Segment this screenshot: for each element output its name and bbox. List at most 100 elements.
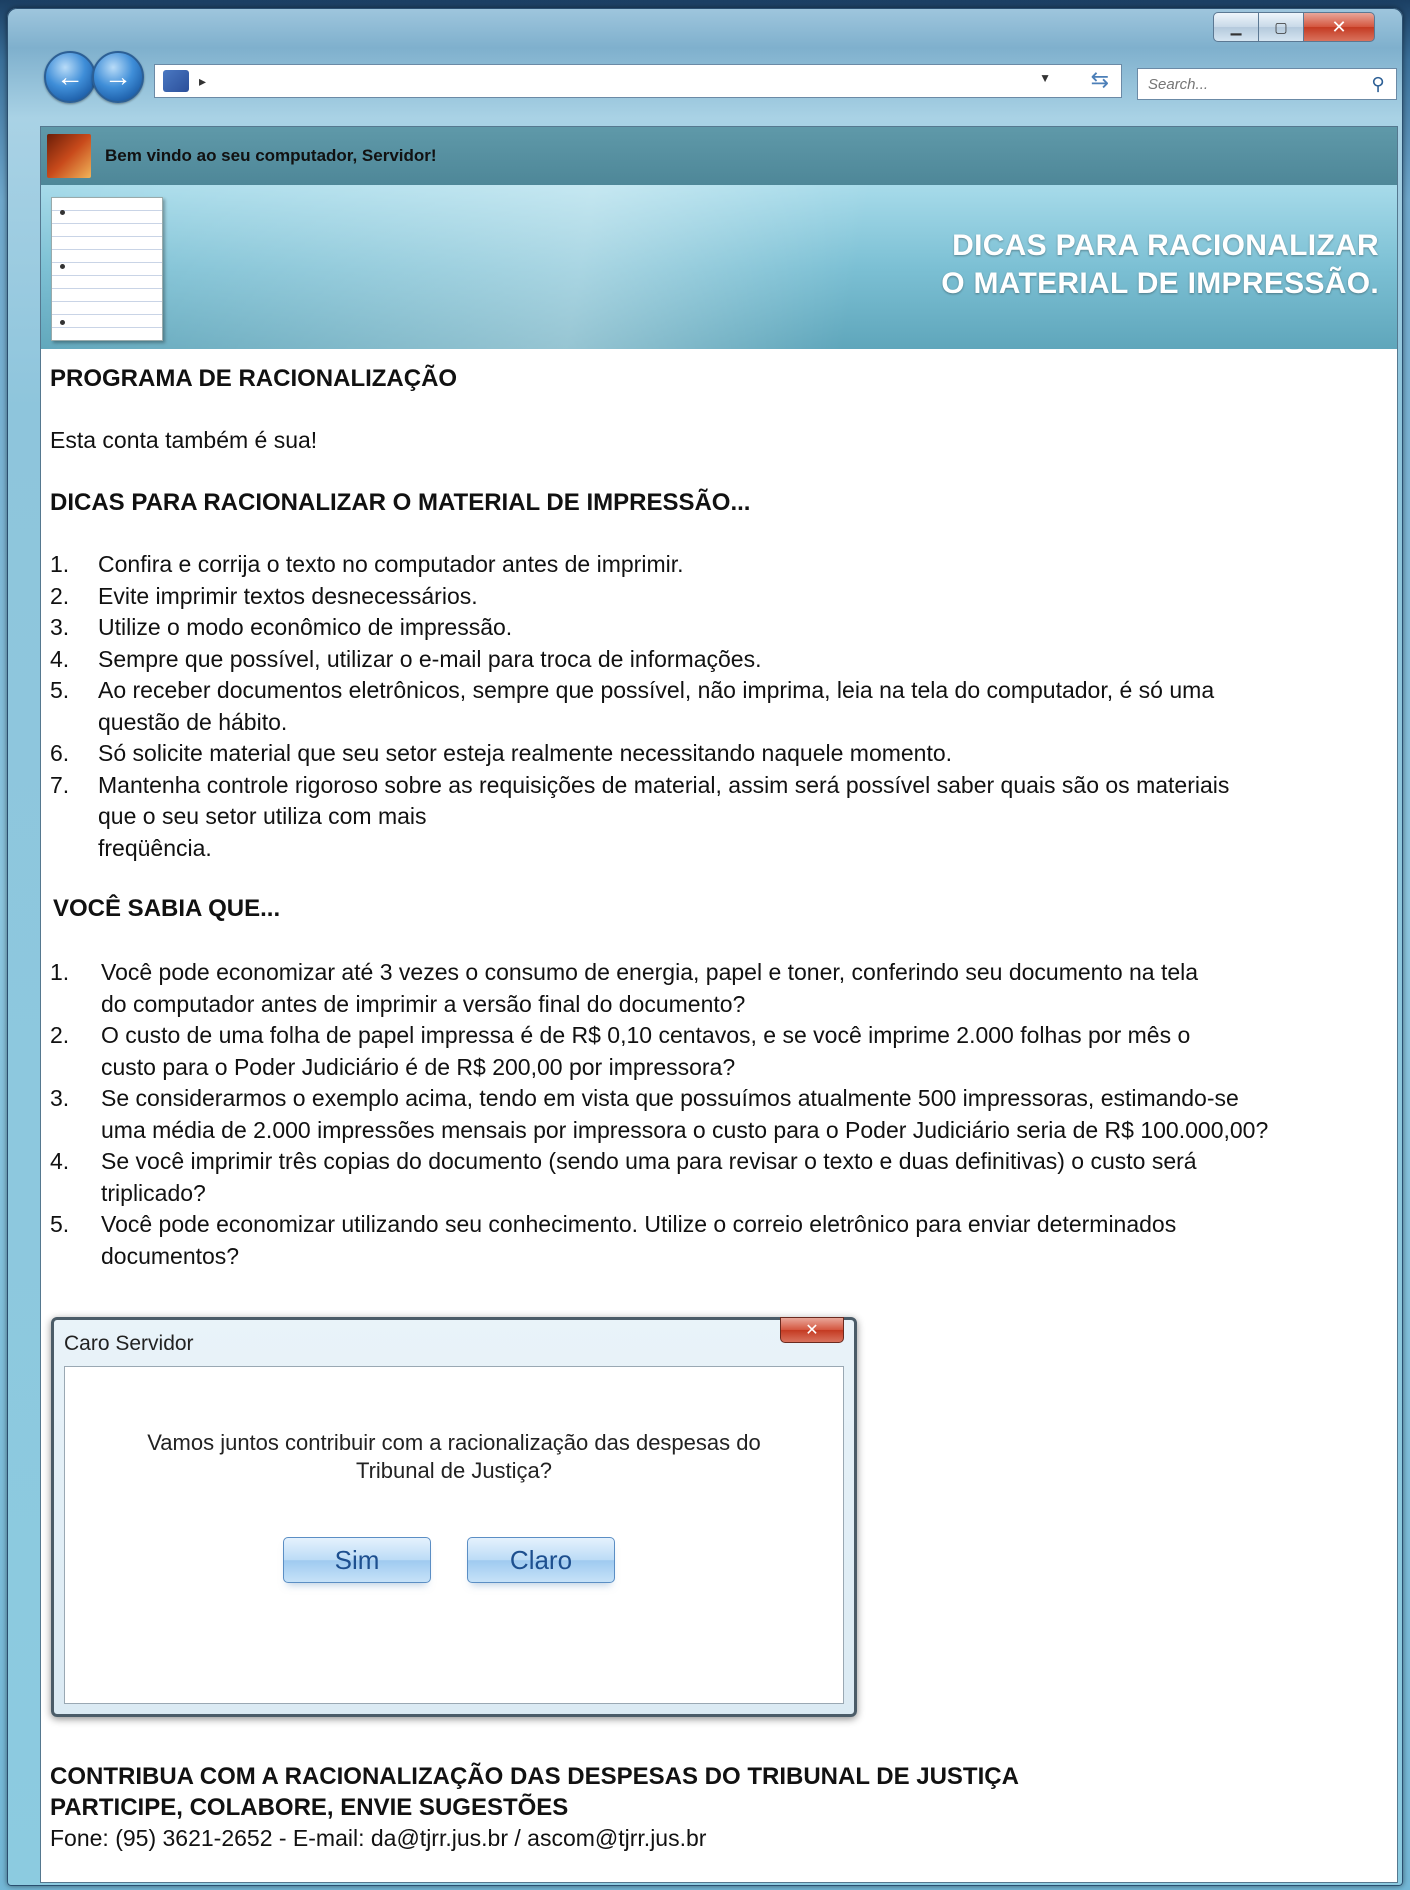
dropdown-arrow-icon[interactable]: ▼: [1039, 71, 1051, 85]
list-item-line: do computador antes de imprimir a versão…: [101, 990, 746, 1017]
list-item-line: Confira e corrija o texto no computador …: [98, 551, 684, 577]
list-item-line: questão de hábito.: [98, 708, 288, 735]
list-item-text: Confira e corrija o texto no computador …: [98, 549, 684, 581]
list-item-text: Utilize o modo econômico de impressão.: [98, 612, 512, 644]
list-item: 4. Se você imprimir três copias do docume…: [50, 1146, 1370, 1209]
list-item: 2. Evite imprimir textos desnecessários.: [50, 581, 1370, 613]
minimize-button[interactable]: ▁: [1213, 12, 1259, 42]
address-bar[interactable]: ▸ ▼ ⇆: [154, 64, 1122, 98]
close-icon: ✕: [1331, 16, 1347, 37]
list-item-number: 2.: [50, 1022, 70, 1048]
banner-title-line2: O MATERIAL DE IMPRESSÃO.: [941, 267, 1379, 300]
list-item-text: Você pode economizar utilizando seu conh…: [101, 1209, 1176, 1272]
dialog-message-line2: Tribunal de Justiça?: [355, 1458, 553, 1483]
list-item-text: Ao receber documentos eletrônicos, sempr…: [98, 675, 1214, 738]
search-box[interactable]: ⚲: [1137, 68, 1397, 100]
list-item-text: Sempre que possível, utilizar o e-mail p…: [98, 644, 761, 676]
banner-title: DICAS PARA RACIONALIZAR O MATERIAL DE IM…: [941, 227, 1379, 303]
facts-list: 1. Você pode economizar até 3 vezes o con…: [50, 957, 1370, 1272]
list-item-number: 3.: [50, 614, 70, 640]
list-item-line: Ao receber documentos eletrônicos, sempr…: [98, 677, 1215, 703]
refresh-icon[interactable]: ⇆: [1091, 67, 1109, 93]
list-item-number: 4.: [50, 1148, 70, 1174]
list-item-text: Você pode economizar até 3 vezes o consu…: [101, 957, 1198, 1020]
list-item-number: 7.: [50, 771, 70, 798]
chess-avatar-icon: [47, 134, 91, 178]
list-item: 4. Sempre que possível, utilizar o e-mail…: [50, 644, 1370, 676]
notepad-icon: [51, 197, 163, 341]
list-item-line: Você pode economizar até 3 vezes o consu…: [101, 959, 1199, 985]
list-item-line: Só solicite material que seu setor estej…: [98, 740, 953, 766]
list-item: 5. Você pode economizar utilizando seu co…: [50, 1209, 1370, 1272]
message-dialog: Caro Servidor ✕ Vamos juntos contribuir …: [51, 1317, 857, 1717]
footer: CONTRIBUA COM A RACIONALIZAÇÃO DAS DESPE…: [50, 1761, 1019, 1854]
dialog-message: Vamos juntos contribuir com a racionaliz…: [65, 1429, 843, 1485]
list-item: 3. Se considerarmos o exemplo acima, tend…: [50, 1083, 1370, 1146]
list-item-number: 1.: [50, 551, 70, 577]
list-item-line: Você pode economizar utilizando seu conh…: [101, 1211, 1177, 1237]
list-item-number: 2.: [50, 582, 70, 609]
list-item: 5. Ao receber documentos eletrônicos, sem…: [50, 675, 1370, 738]
list-item-line: O custo de uma folha de papel impressa é…: [101, 1022, 1191, 1048]
list-item-number: 4.: [50, 645, 70, 672]
list-item-line: documentos?: [101, 1242, 240, 1269]
list-item-line: Se considerarmos o exemplo acima, tendo …: [101, 1085, 1239, 1111]
search-icon[interactable]: ⚲: [1366, 74, 1390, 95]
sim-button[interactable]: Sim: [283, 1537, 431, 1583]
list-item-number: 5.: [50, 677, 70, 703]
list-item-line: uma média de 2.000 impressões mensais po…: [101, 1116, 1269, 1143]
search-input[interactable]: [1146, 74, 1366, 94]
welcome-bar: Bem vindo ao seu computador, Servidor!: [41, 127, 1397, 185]
maximize-icon: ▢: [1274, 18, 1288, 35]
browser-window: ▁ ▢ ✕ ← → ▸ ▼ ⇆ ⚲ Bem vindo ao seu compu…: [7, 8, 1403, 1886]
banner-title-line1: DICAS PARA RACIONALIZAR: [952, 229, 1379, 262]
list-item-number: 5.: [50, 1211, 70, 1237]
subtitle-text: Esta conta também é sua!: [50, 427, 318, 453]
list-item-text: Mantenha controle rigoroso sobre as requ…: [98, 770, 1229, 865]
close-button[interactable]: ✕: [1303, 12, 1375, 42]
maximize-button[interactable]: ▢: [1258, 12, 1304, 42]
back-button[interactable]: ←: [44, 51, 96, 103]
list-item-line: Se você imprimir três copias do document…: [101, 1148, 1197, 1174]
facts-heading: VOCÊ SABIA QUE...: [53, 895, 281, 922]
back-arrow-icon: ←: [56, 61, 84, 92]
list-item: 1. Você pode economizar até 3 vezes o con…: [50, 957, 1370, 1020]
footer-contact: Fone: (95) 3621-2652 - E-mail: da@tjrr.j…: [50, 1825, 707, 1851]
list-item-text: Só solicite material que seu setor estej…: [98, 738, 952, 770]
list-item-line: Sempre que possível, utilizar o e-mail p…: [98, 645, 762, 672]
dialog-title: Caro Servidor: [64, 1332, 194, 1355]
network-icon: [163, 70, 189, 92]
list-item: 3. Utilize o modo econômico de impressão.: [50, 612, 1370, 644]
list-item-line: Mantenha controle rigoroso sobre as requ…: [98, 771, 1230, 798]
list-item-text: Se você imprimir três copias do document…: [101, 1146, 1197, 1209]
footer-line2: PARTICIPE, COLABORE, ENVIE SUGESTÕES: [50, 1794, 569, 1821]
tips-list: 1. Confira e corrija o texto no computado…: [50, 549, 1370, 864]
list-item-number: 6.: [50, 740, 70, 766]
list-item-line: Evite imprimir textos desnecessários.: [98, 582, 478, 609]
dialog-message-line1: Vamos juntos contribuir com a racionaliz…: [147, 1430, 761, 1455]
window-caption-buttons: ▁ ▢ ✕: [1213, 12, 1375, 42]
list-item-line: custo para o Poder Judiciário é de R$ 20…: [101, 1053, 736, 1080]
list-item-line: que o seu setor utiliza com mais: [98, 803, 427, 829]
list-item: 7. Mantenha controle rigoroso sobre as re…: [50, 770, 1370, 865]
breadcrumb-chevron-icon[interactable]: ▸: [199, 73, 206, 90]
forward-arrow-icon: →: [104, 61, 132, 92]
list-item-number: 3.: [50, 1085, 70, 1111]
dialog-close-button[interactable]: ✕: [780, 1317, 844, 1343]
list-item: 6. Só solicite material que seu setor est…: [50, 738, 1370, 770]
list-item: 1. Confira e corrija o texto no computado…: [50, 549, 1370, 581]
list-item-number: 1.: [50, 959, 70, 985]
welcome-text: Bem vindo ao seu computador, Servidor!: [105, 146, 437, 165]
claro-button[interactable]: Claro: [467, 1537, 615, 1583]
list-item-line: Utilize o modo econômico de impressão.: [98, 614, 513, 640]
minimize-icon: ▁: [1230, 18, 1242, 35]
forward-button[interactable]: →: [92, 51, 144, 103]
close-icon: ✕: [805, 1322, 819, 1339]
list-item: 2. O custo de uma folha de papel impressa…: [50, 1020, 1370, 1083]
list-item-line: triplicado?: [101, 1179, 206, 1206]
header-banner: DICAS PARA RACIONALIZAR O MATERIAL DE IM…: [41, 185, 1397, 349]
program-heading: PROGRAMA DE RACIONALIZAÇÃO: [50, 365, 458, 392]
tips-heading: DICAS PARA RACIONALIZAR O MATERIAL DE IM…: [50, 489, 751, 516]
list-item-line: freqüência.: [98, 834, 212, 861]
list-item-text: Evite imprimir textos desnecessários.: [98, 581, 478, 613]
